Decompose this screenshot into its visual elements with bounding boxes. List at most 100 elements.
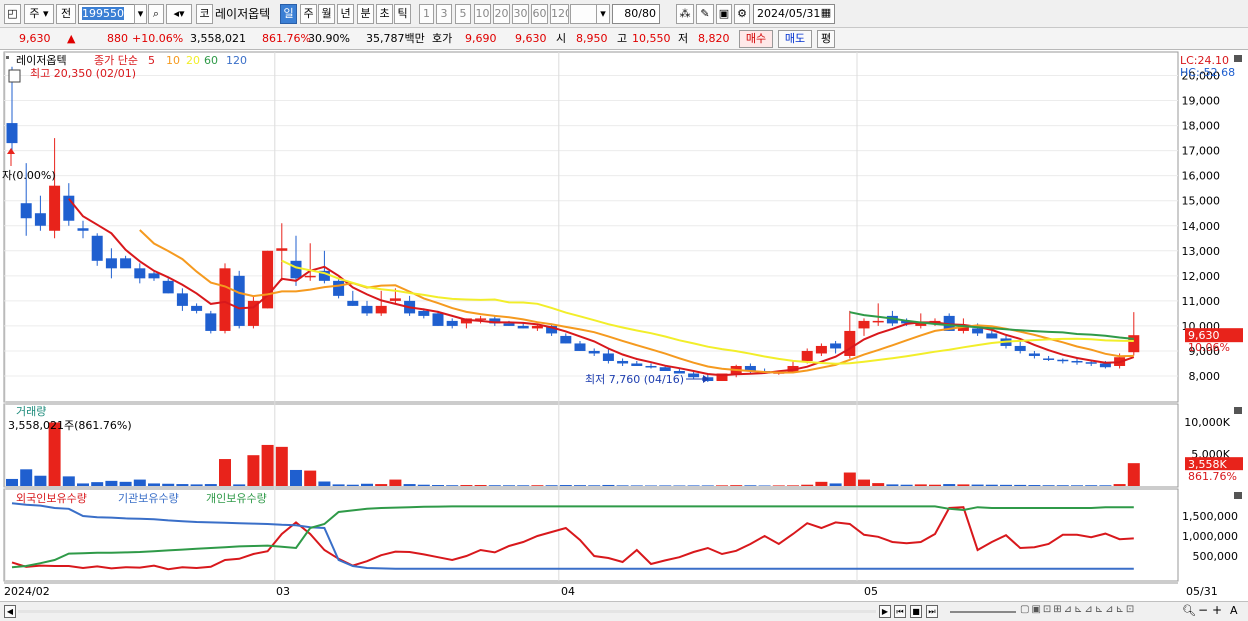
volume-bar: [304, 470, 317, 486]
volume-title: 거래량: [16, 405, 46, 418]
buy-button[interactable]: 매수: [739, 30, 773, 48]
volume-bar: [460, 485, 473, 486]
volume-bar: [602, 484, 615, 486]
candle-body: [91, 235, 103, 261]
volume-bar: [346, 484, 359, 486]
candle-body: [1071, 360, 1083, 363]
search-icon[interactable]: ⌕: [148, 4, 164, 24]
save-icon[interactable]: ▣: [716, 4, 732, 24]
speaker-icon[interactable]: ◂▾: [166, 4, 192, 24]
volume-bar: [772, 485, 785, 486]
period-tab-5[interactable]: 초: [376, 4, 393, 24]
minute-tab-120[interactable]: 120: [550, 4, 569, 24]
candle-body: [631, 363, 643, 366]
candle-body: [276, 248, 288, 251]
period-tab-6[interactable]: 틱: [394, 4, 411, 24]
volume-bar: [787, 485, 799, 486]
prev-button[interactable]: 전: [56, 4, 76, 24]
minus-icon[interactable]: −: [1198, 603, 1208, 617]
period-tab-2[interactable]: 월: [318, 4, 335, 24]
candle-body: [830, 343, 842, 349]
volume-bar: [162, 483, 175, 486]
scroll-left-icon[interactable]: ◀: [4, 605, 16, 618]
volume-bar: [616, 485, 629, 486]
volume-bar: [758, 485, 771, 486]
holding-legend-0: 외국인보유수량: [16, 492, 87, 505]
high-label: 고: [617, 32, 628, 45]
volume-bar: [318, 481, 331, 486]
code-dropdown-icon[interactable]: ▾: [134, 4, 147, 24]
candle-body: [872, 320, 884, 323]
candle-body: [77, 228, 89, 231]
volume-bar: [1113, 484, 1126, 486]
plus-icon[interactable]: +: [1212, 603, 1222, 617]
candle-body: [105, 258, 117, 269]
last-page-icon[interactable]: ⏭: [926, 605, 938, 618]
price-tick-label: 11,000: [1182, 295, 1221, 308]
grid-icon[interactable]: ⁂: [676, 4, 694, 24]
minute-tab-5[interactable]: 5: [455, 4, 471, 24]
zoom-in-icon[interactable]: 🔍︎: [1182, 604, 1196, 617]
scroll-right-icon[interactable]: ▶: [879, 605, 891, 618]
minute-tab-60[interactable]: 60: [531, 4, 548, 24]
volume-bar: [275, 446, 288, 486]
legend-bullet: [6, 56, 9, 59]
price-panel-frame: [3, 51, 1179, 403]
period-tab-3[interactable]: 년: [337, 4, 354, 24]
candle-body: [290, 260, 302, 279]
candle-body: [304, 275, 316, 278]
gear-icon[interactable]: ⚙: [734, 4, 750, 24]
first-page-icon[interactable]: ⏮: [894, 605, 906, 618]
candle-body: [1099, 363, 1111, 368]
turnover-rate: 30.90%: [308, 32, 350, 45]
minute-tab-20[interactable]: 20: [493, 4, 510, 24]
top-toolbar: ◰ 주 ▾ 전 199550 ▾ ⌕ ◂▾ 코 레이저옵텍 일주월년분초틱 13…: [0, 0, 1248, 28]
minute-tab-1[interactable]: 1: [419, 4, 434, 24]
window-menu-icon[interactable]: ◰: [4, 4, 21, 24]
volume-bar: [20, 469, 33, 486]
stock-chart[interactable]: 8,0009,00010,00011,00012,00013,00014,000…: [0, 50, 1248, 601]
count-field[interactable]: 80/80: [612, 4, 660, 24]
period-select[interactable]: 주 ▾: [24, 4, 54, 24]
candle-body: [858, 320, 870, 329]
drawing-tools[interactable]: ▢▣⊡⊞⊿⊾⊿⊾⊿⊾⊡: [1020, 604, 1185, 620]
code-type-button[interactable]: 코: [196, 4, 213, 24]
draw-tool-icon[interactable]: ✎: [696, 4, 714, 24]
candle-body: [191, 305, 203, 311]
eval-button[interactable]: 평: [817, 30, 835, 48]
price-tick-label: 14,000: [1182, 220, 1221, 233]
candle-body: [446, 320, 458, 326]
volume-bar: [62, 476, 75, 486]
candle-body: [503, 323, 515, 326]
high-price: 10,550: [632, 32, 671, 45]
candle-body: [1043, 358, 1055, 360]
sell-button[interactable]: 매도: [778, 30, 812, 48]
current-price: 9,630: [19, 32, 51, 45]
legend-ma-5: 5: [148, 54, 155, 67]
quote-bar: 9,630 ▲ 880 +10.06% 3,558,021 861.76% 30…: [0, 28, 1248, 50]
minute-tab-30[interactable]: 30: [512, 4, 529, 24]
holding-tick-label: 1,000,000: [1182, 530, 1238, 543]
volume-bar: [488, 485, 501, 486]
stop-icon[interactable]: ■: [910, 605, 922, 618]
calendar-icon[interactable]: ▦: [818, 4, 834, 24]
minute-tab-3[interactable]: 3: [436, 4, 452, 24]
period-tab-0[interactable]: 일: [280, 4, 297, 24]
zoom-slider[interactable]: [950, 611, 1016, 613]
holding-legend-1: 기관보유수량: [118, 492, 179, 505]
max-price-note: 최고 20,350 (02/01): [30, 67, 136, 80]
low-label: 저: [678, 32, 689, 45]
ask-price: 9,690: [465, 32, 497, 45]
text-tool-icon[interactable]: A: [1230, 604, 1238, 617]
period-tab-1[interactable]: 주: [300, 4, 317, 24]
candle-body: [986, 333, 998, 339]
scroll-track[interactable]: [18, 610, 876, 613]
period-tab-4[interactable]: 분: [357, 4, 374, 24]
bottom-bar: ◀ ▶ ⏮ ■ ⏭ ▢▣⊡⊞⊿⊾⊿⊾⊿⊾⊡ 🔍︎ − + A: [0, 601, 1248, 621]
candle-body: [659, 367, 671, 371]
stock-code-input[interactable]: 199550: [78, 4, 136, 24]
minute-tab-10[interactable]: 10: [474, 4, 491, 24]
volume-bar: [389, 479, 402, 486]
minute-dropdown-icon[interactable]: ▾: [596, 4, 610, 24]
legend-ma-120: 120: [226, 54, 247, 67]
